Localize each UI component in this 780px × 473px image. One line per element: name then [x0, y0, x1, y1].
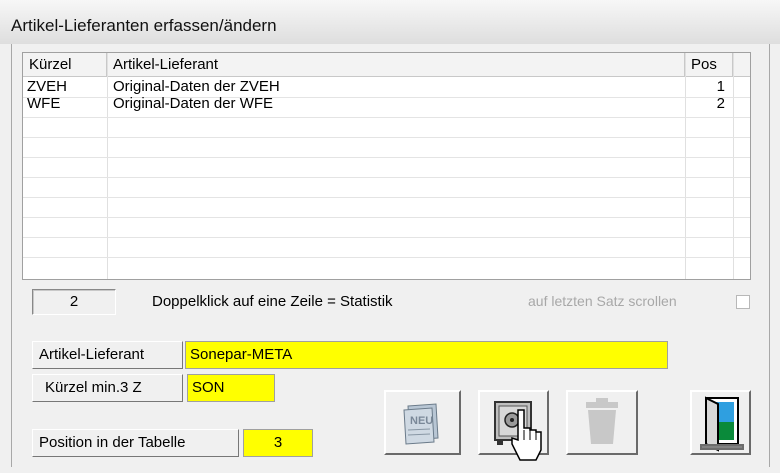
column-header-pos[interactable]: Pos — [685, 53, 733, 77]
new-button[interactable]: NEU — [384, 390, 461, 455]
new-document-icon: NEU — [403, 403, 439, 445]
double-click-hint: Doppelklick auf eine Zeile = Statistik — [152, 293, 393, 310]
table-row-2-lieferant[interactable]: Original-Daten der WFE — [113, 94, 273, 113]
lieferant-input[interactable]: Sonepar-META — [185, 341, 668, 369]
position-label: Position in der Tabelle — [32, 429, 239, 457]
kuerzel-input[interactable]: SON — [187, 374, 275, 402]
column-header-lieferant[interactable]: Artikel-Lieferant — [107, 53, 685, 77]
record-count: 2 — [32, 289, 116, 315]
window-title: Artikel-Lieferanten erfassen/ändern — [11, 16, 277, 35]
column-header-kuerzel[interactable]: Kürzel — [23, 53, 107, 77]
delete-button[interactable] — [566, 390, 638, 455]
position-input[interactable]: 3 — [243, 429, 313, 457]
supplier-table[interactable]: Kürzel Artikel-Lieferant Pos ZVEH Origin… — [22, 52, 751, 280]
lieferant-label: Artikel-Lieferant — [32, 341, 183, 369]
table-row-2-pos[interactable]: 2 — [685, 94, 725, 113]
exit-button[interactable] — [690, 390, 751, 455]
scroll-last-label: auf letzten Satz scrollen — [528, 293, 677, 309]
new-button-label: NEU — [410, 415, 433, 427]
trash-icon — [586, 398, 618, 444]
kuerzel-label: Kürzel min.3 Z — [32, 374, 183, 402]
table-row-2-kuerzel[interactable]: WFE — [27, 94, 60, 113]
column-header-spacer — [733, 53, 750, 77]
title-bar: Artikel-Lieferanten erfassen/ändern — [0, 0, 780, 44]
pointer-cursor-icon — [511, 409, 542, 461]
exit-door-icon — [700, 396, 744, 452]
scroll-last-checkbox[interactable] — [736, 295, 750, 309]
